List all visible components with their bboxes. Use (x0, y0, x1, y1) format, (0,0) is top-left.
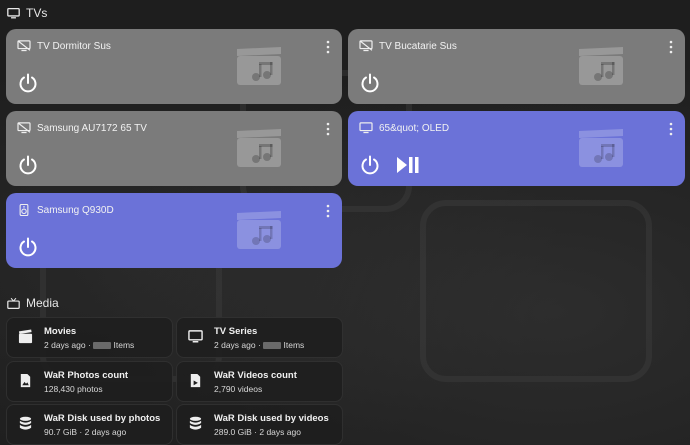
play-pause-icon[interactable] (396, 156, 420, 174)
television-classic-icon (7, 297, 20, 309)
monitor-off-icon (17, 40, 31, 52)
database-icon (189, 416, 202, 430)
redacted-count (263, 342, 282, 350)
tvs-section-title: TVs (26, 6, 48, 20)
movie-clapper-icon (579, 129, 623, 167)
media-card-title: WaR Disk used by photos (44, 413, 161, 424)
media-card-disk-videos[interactable]: WaR Disk used by videos 289.0 GiB · 2 da… (176, 404, 343, 445)
tv-card-dormitor-sus[interactable]: TV Dormitor Sus (6, 29, 342, 104)
media-section-title: Media (26, 296, 59, 310)
more-vert-icon[interactable] (326, 204, 330, 218)
power-icon[interactable] (360, 155, 380, 175)
media-card-title: TV Series (214, 326, 258, 337)
background-tv-art (420, 200, 652, 382)
media-card-title: Movies (44, 326, 77, 337)
tv-card-title: Samsung AU7172 65 TV (37, 123, 147, 134)
monitor-icon (7, 7, 20, 18)
movie-clapper-icon (237, 211, 281, 249)
power-icon[interactable] (18, 155, 38, 175)
tvs-section-header: TVs (7, 6, 47, 20)
media-card-videos-count[interactable]: WaR Videos count 2,790 videos (176, 361, 343, 402)
media-card-title: WaR Photos count (44, 370, 129, 381)
tv-card-bucatarie-sus[interactable]: TV Bucatarie Sus (348, 29, 685, 104)
media-card-subtitle: 2 days ago · Items (214, 340, 305, 350)
database-icon (19, 416, 32, 430)
power-icon[interactable] (18, 73, 38, 93)
image-file-icon (20, 373, 31, 388)
monitor-off-icon (17, 122, 31, 134)
media-card-subtitle: 2 days ago · Items (44, 340, 135, 350)
monitor-off-icon (359, 40, 373, 52)
more-vert-icon[interactable] (669, 122, 673, 136)
redacted-count (93, 342, 112, 350)
movie-clapper-icon (237, 129, 281, 167)
movie-clapper-icon (579, 47, 623, 85)
film-icon (18, 329, 33, 344)
power-icon[interactable] (360, 73, 380, 93)
tv-card-title: 65&quot; OLED (379, 123, 450, 134)
media-card-subtitle: 289.0 GiB · 2 days ago (214, 427, 301, 437)
tv-card-samsung-q930d[interactable]: Samsung Q930D (6, 193, 342, 268)
media-card-subtitle: 128,430 photos (44, 384, 103, 394)
tv-card-title: TV Bucatarie Sus (379, 41, 457, 52)
video-file-icon (190, 373, 201, 388)
media-card-subtitle: 2,790 videos (214, 384, 263, 394)
tv-card-title: Samsung Q930D (37, 205, 114, 216)
media-card-tv-series[interactable]: TV Series 2 days ago · Items (176, 317, 343, 358)
more-vert-icon[interactable] (669, 40, 673, 54)
media-card-movies[interactable]: Movies 2 days ago · Items (6, 317, 173, 358)
movie-clapper-icon (237, 47, 281, 85)
media-section-header: Media (7, 296, 59, 310)
monitor-icon (359, 122, 373, 134)
tv-card-samsung-au7172[interactable]: Samsung AU7172 65 TV (6, 111, 342, 186)
more-vert-icon[interactable] (326, 40, 330, 54)
tv-card-oled[interactable]: 65&quot; OLED (348, 111, 685, 186)
power-icon[interactable] (18, 237, 38, 257)
media-card-disk-photos[interactable]: WaR Disk used by photos 90.7 GiB · 2 day… (6, 404, 173, 445)
media-card-photos-count[interactable]: WaR Photos count 128,430 photos (6, 361, 173, 402)
speaker-icon (19, 204, 29, 216)
media-card-title: WaR Disk used by videos (214, 413, 329, 424)
more-vert-icon[interactable] (326, 122, 330, 136)
media-card-title: WaR Videos count (214, 370, 297, 381)
television-icon (188, 330, 203, 343)
media-card-subtitle: 90.7 GiB · 2 days ago (44, 427, 127, 437)
tv-card-title: TV Dormitor Sus (37, 41, 111, 52)
